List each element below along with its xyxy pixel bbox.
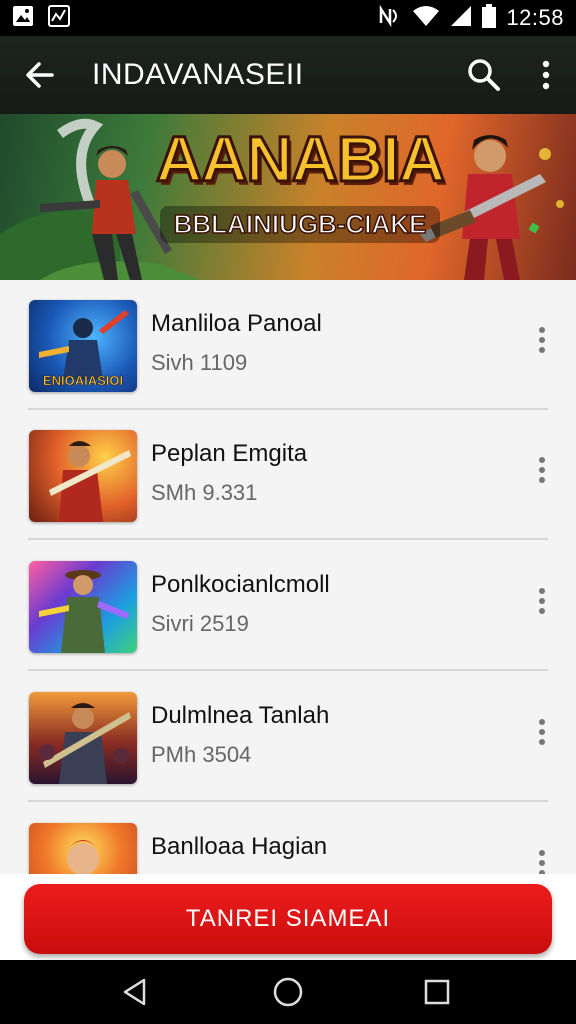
game-title: Ponlkocianlcmoll [151,571,330,598]
nav-back-icon [123,978,146,1006]
nav-recents-button[interactable] [407,972,467,1012]
back-button[interactable] [0,36,80,114]
status-bar: 12:58 [0,0,576,36]
row-more-button[interactable] [526,712,558,752]
gallery-notification-icon [12,5,34,32]
list-item[interactable]: ENIOAIASIOI Manliloa Panoal Sivh 1109 [0,280,576,410]
game-thumbnail [29,692,137,784]
row-divider [28,800,548,802]
list-item[interactable]: Banlloaa Hagian [0,803,576,874]
more-options-button[interactable] [516,36,576,114]
game-subtitle: Sivh 1109 [151,350,248,375]
game-title: Banlloaa Hagian [151,833,328,860]
battery-icon [482,3,497,33]
footer-bar: TANREI SIAMEAI [0,874,576,960]
game-thumbnail [29,561,137,653]
more-vert-icon [539,457,545,483]
game-thumbnail [29,823,137,874]
system-nav-bar [0,960,576,1024]
signal-icon [450,5,472,32]
nav-back-button[interactable] [105,972,165,1012]
more-vert-icon [539,588,545,614]
nav-recents-icon [424,979,450,1005]
app-bar: INDAVANASEII [0,36,576,114]
banner-title: AANABIA [154,122,446,197]
game-thumbnail [29,430,137,522]
chart-notification-icon [48,4,70,32]
row-more-button[interactable] [526,450,558,490]
row-more-button[interactable] [526,320,558,360]
game-thumbnail: ENIOAIASIOI [29,300,137,392]
row-more-button[interactable] [526,843,558,874]
nav-home-button[interactable] [258,972,318,1012]
primary-action-button[interactable]: TANREI SIAMEAI [24,884,552,954]
list-item[interactable]: Peplan Emgita SMh 9.331 [0,410,576,540]
search-icon [468,59,500,91]
status-time: 12:58 [506,5,564,30]
arrow-back-icon [26,62,54,88]
list-item[interactable]: Dulmlnea Tanlah PMh 3504 [0,672,576,802]
game-title: Manliloa Panoal [151,310,322,337]
featured-banner[interactable]: AANABIA BBLAINIUGB-CIAKE [0,114,576,280]
game-title: Peplan Emgita [151,440,308,467]
more-vert-icon [539,850,545,874]
row-divider [28,669,548,671]
more-vert-icon [539,327,545,353]
app-title: INDAVANASEII [92,58,304,91]
game-subtitle: PMh 3504 [151,742,252,767]
wifi-icon [412,5,440,32]
row-more-button[interactable] [526,581,558,621]
more-vert-icon [542,60,550,90]
nfc-icon [378,4,402,32]
game-list: ENIOAIASIOI Manliloa Panoal Sivh 1109 Pe… [0,280,576,874]
game-subtitle: Sivri 2519 [151,611,249,636]
banner-subtitle: BBLAINIUGB-CIAKE [160,206,440,243]
thumbnail-caption: ENIOAIASIOI [42,373,124,389]
game-title: Dulmlnea Tanlah [151,702,330,729]
search-button[interactable] [452,36,516,114]
row-divider [28,538,548,540]
more-vert-icon [539,719,545,745]
game-subtitle: SMh 9.331 [151,480,258,505]
list-item[interactable]: Ponlkocianlcmoll Sivri 2519 [0,541,576,671]
nav-home-icon [273,977,303,1007]
